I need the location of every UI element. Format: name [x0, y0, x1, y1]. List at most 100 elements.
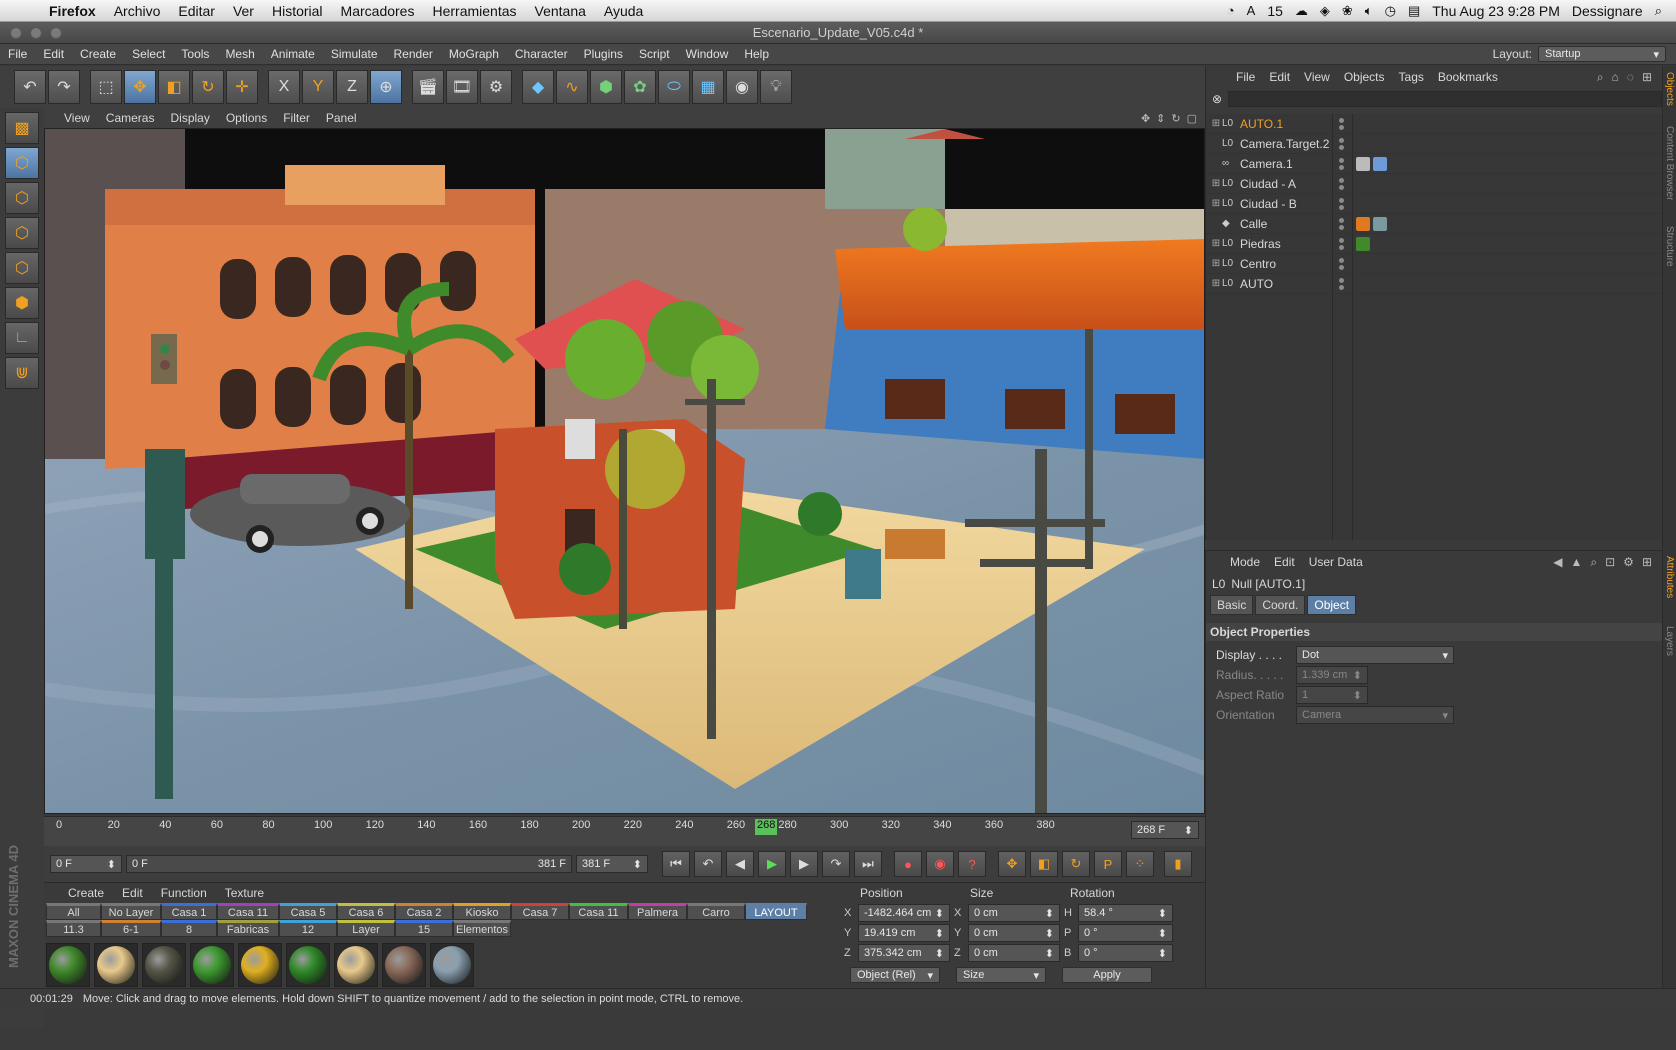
property-display-field[interactable]: Dot ▾	[1296, 646, 1454, 664]
mac-menu-archivo[interactable]: Archivo	[105, 3, 170, 19]
cube-primitive-button[interactable]: ◆	[522, 70, 554, 104]
viewport-menu-display[interactable]: Display	[170, 111, 209, 125]
menu-file[interactable]: File	[0, 47, 35, 61]
bush-material[interactable]	[286, 943, 330, 987]
expand-icon[interactable]: ⊞	[1210, 118, 1222, 129]
object-menu-objects[interactable]: Objects	[1344, 70, 1385, 84]
current-frame-field[interactable]: 268 F ⬍	[1131, 821, 1199, 839]
render-picture-viewer-button[interactable]: 🎞︎	[446, 70, 478, 104]
start-frame-field[interactable]: 0 F ⬍	[50, 855, 122, 873]
coordinate-system-button[interactable]: ⊕	[370, 70, 402, 104]
model-mode-button[interactable]: ⬡	[5, 147, 39, 179]
layer-tab-6-1[interactable]: 6-1	[101, 920, 161, 937]
next-key-button[interactable]: ↷	[822, 851, 850, 877]
layer-tab-8[interactable]: 8	[161, 920, 217, 937]
snap-button[interactable]: ⋓	[5, 357, 39, 389]
viewport-menu-view[interactable]: View	[64, 111, 90, 125]
settings-icon[interactable]: ⚙	[1623, 555, 1634, 570]
zoom-window-button[interactable]	[50, 27, 62, 39]
size-z-field[interactable]: 0 cm ⬍	[968, 944, 1060, 962]
layer-tab-casa-2[interactable]: Casa 2	[395, 903, 453, 920]
object-tag[interactable]	[1356, 216, 1370, 231]
object-menu-tags[interactable]: Tags	[1399, 70, 1424, 84]
asphalt-material[interactable]	[142, 943, 186, 987]
size-y-field[interactable]: 0 cm ⬍	[968, 924, 1060, 942]
material-menu-edit[interactable]: Edit	[122, 886, 143, 900]
redo-button[interactable]: ↷	[48, 70, 80, 104]
preview-range-slider[interactable]: 0 F 381 F	[126, 855, 572, 873]
layer-tab-casa-7[interactable]: Casa 7	[511, 903, 569, 920]
close-window-button[interactable]	[10, 27, 22, 39]
timeline-ruler[interactable]: 0 20 40 60 80 100 120 140 160 180 200 220 240 260 280 3…	[44, 816, 1205, 846]
undo-button[interactable]: ↶	[14, 70, 46, 104]
object-row[interactable]: ⊞ L0 Centro	[1206, 254, 1663, 274]
rotation-h-field[interactable]: 58.4 ° ⬍	[1078, 904, 1173, 922]
search-icon[interactable]: ⌕	[1597, 70, 1604, 85]
live-selection-tool[interactable]: ⬚	[90, 70, 122, 104]
object-menu-file[interactable]: File	[1236, 70, 1255, 84]
flag-icon[interactable]: ▤	[1408, 3, 1420, 19]
visibility-dots[interactable]	[1339, 157, 1344, 170]
move-tool[interactable]: ✥	[124, 70, 156, 104]
render-settings-button[interactable]: ⚙	[480, 70, 512, 104]
visibility-dots[interactable]	[1339, 257, 1344, 270]
object-tag[interactable]	[1373, 216, 1387, 231]
sand-material[interactable]	[94, 943, 138, 987]
next-frame-button[interactable]: ▶	[790, 851, 818, 877]
menu-select[interactable]: Select	[124, 47, 173, 61]
layer-tab-all[interactable]: All	[46, 903, 101, 920]
autokeying-button[interactable]: ◉	[926, 851, 954, 877]
striped-material[interactable]	[238, 943, 282, 987]
layout-dropdown[interactable]: Startup ▾	[1538, 46, 1666, 62]
mac-menu-ver[interactable]: Ver	[224, 3, 263, 19]
expand-icon[interactable]: ⊞	[1210, 258, 1222, 269]
tab-attributes[interactable]: Attributes	[1664, 556, 1675, 598]
material-menu-create[interactable]: Create	[68, 886, 104, 900]
layer-tab-12[interactable]: 12	[279, 920, 337, 937]
mac-menu-editar[interactable]: Editar	[169, 3, 224, 19]
pan-view-icon[interactable]: ✥	[1141, 112, 1150, 125]
record-point-level-button[interactable]: ⁘	[1126, 851, 1154, 877]
axis-mode-button[interactable]: ∟	[5, 322, 39, 354]
tab-structure[interactable]: Structure	[1664, 226, 1675, 267]
3d-viewport[interactable]	[44, 128, 1205, 814]
menu-create[interactable]: Create	[72, 47, 124, 61]
adobe-icon[interactable]: A	[1247, 3, 1256, 18]
position-z-field[interactable]: 375.342 cm ⬍	[858, 944, 950, 962]
object-menu-view[interactable]: View	[1304, 70, 1330, 84]
object-row[interactable]: ◆ Calle	[1206, 214, 1663, 234]
tab-coord[interactable]: Coord.	[1255, 595, 1306, 615]
size-mode-dropdown[interactable]: Size ▾	[956, 967, 1046, 983]
record-rotation-button[interactable]: ↻	[1062, 851, 1090, 877]
previous-frame-button[interactable]: ◀	[726, 851, 754, 877]
tab-layers[interactable]: Layers	[1664, 626, 1675, 656]
record-active-objects-button[interactable]: ●	[894, 851, 922, 877]
record-scale-button[interactable]: ◧	[1030, 851, 1058, 877]
deformer-button[interactable]: ⬭	[658, 70, 690, 104]
menu-help[interactable]: Help	[736, 47, 777, 61]
go-to-start-button[interactable]: ⏮	[662, 851, 690, 877]
mac-menu-historial[interactable]: Historial	[263, 3, 332, 19]
expand-icon[interactable]: ⊞	[1210, 198, 1222, 209]
texture-mode-button[interactable]: ⬡	[5, 182, 39, 214]
light-button[interactable]: 💡︎	[760, 70, 792, 104]
new-window-icon[interactable]: ⊞	[1642, 70, 1652, 85]
tab-basic[interactable]: Basic	[1210, 595, 1254, 615]
polygon-mode-button[interactable]: ⬢	[5, 287, 39, 319]
water-material[interactable]	[430, 943, 474, 987]
make-editable-button[interactable]: ▩	[5, 112, 39, 144]
viewport-menu-filter[interactable]: Filter	[283, 111, 310, 125]
viewport-menu-panel[interactable]: Panel	[326, 111, 357, 125]
playhead[interactable]: 268	[755, 819, 778, 835]
visibility-dots[interactable]	[1339, 237, 1344, 250]
up-arrow-icon[interactable]: ▲	[1570, 555, 1582, 570]
new-window-icon[interactable]: ⊞	[1642, 555, 1652, 570]
menu-mesh[interactable]: Mesh	[217, 47, 262, 61]
object-menu-bookmarks[interactable]: Bookmarks	[1438, 70, 1498, 84]
user-name[interactable]: Dessignare	[1572, 3, 1643, 19]
visibility-dots[interactable]	[1339, 177, 1344, 190]
scale-tool[interactable]: ◧	[158, 70, 190, 104]
layer-tab-casa-1[interactable]: Casa 1	[161, 903, 217, 920]
end-frame-field[interactable]: 381 F ⬍	[576, 855, 648, 873]
dropbox-icon[interactable]: ◈	[1320, 3, 1330, 19]
